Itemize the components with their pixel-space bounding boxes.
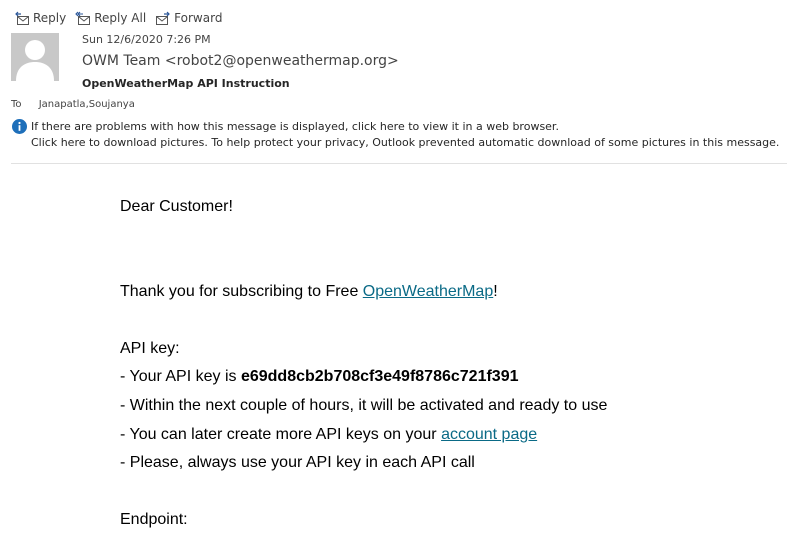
more-keys-prefix: - You can later create more API keys on …: [120, 426, 442, 443]
header-divider: [11, 163, 787, 164]
reply-button[interactable]: Reply: [14, 11, 66, 26]
endpoint-heading: Endpoint:: [120, 511, 188, 528]
message-sender[interactable]: OWM Team <robot2@openweathermap.org>: [82, 53, 399, 69]
person-icon: [16, 40, 54, 81]
message-toolbar: Reply Reply All Forward: [14, 9, 231, 27]
api-key-prefix: - Your API key is: [120, 368, 241, 385]
account-page-link[interactable]: account page: [441, 426, 537, 443]
message-recipients: To Janapatla,Soujanya: [11, 99, 135, 110]
greeting-text: Dear Customer!: [120, 198, 233, 215]
view-in-browser-notice[interactable]: If there are problems with how this mess…: [31, 120, 559, 133]
forward-icon: [156, 11, 171, 25]
sender-avatar: [11, 33, 59, 81]
reply-all-icon: [75, 11, 91, 25]
message-date: Sun 12/6/2020 7:26 PM: [82, 33, 211, 46]
reply-all-label: Reply All: [94, 11, 147, 25]
forward-button[interactable]: Forward: [155, 11, 222, 26]
info-icon: [12, 119, 27, 134]
always-use-line: - Please, always use your API key in eac…: [120, 454, 475, 471]
to-label: To: [11, 99, 22, 110]
reply-icon: [15, 11, 29, 25]
api-key-value: e69dd8cb2b708cf3e49f8786c721f391: [240, 368, 519, 385]
thanks-suffix: !: [493, 283, 498, 300]
forward-label: Forward: [174, 11, 223, 25]
api-key-heading: API key:: [120, 340, 180, 357]
thanks-paragraph: Thank you for subscribing to Free OpenWe…: [120, 283, 498, 301]
download-pictures-notice[interactable]: Click here to download pictures. To help…: [31, 136, 779, 149]
activation-line: - Within the next couple of hours, it wi…: [120, 397, 608, 414]
reply-label: Reply: [33, 11, 67, 25]
api-key-line: - Your API key is e69dd8cb2b708cf3e49f87…: [120, 368, 519, 386]
reply-all-button[interactable]: Reply All: [75, 11, 146, 26]
message-subject: OpenWeatherMap API Instruction: [82, 77, 290, 90]
openweathermap-link[interactable]: OpenWeatherMap: [363, 283, 493, 300]
thanks-prefix: Thank you for subscribing to Free: [120, 283, 363, 300]
more-keys-line: - You can later create more API keys on …: [120, 426, 537, 444]
recipient-name[interactable]: Janapatla,Soujanya: [39, 99, 135, 110]
